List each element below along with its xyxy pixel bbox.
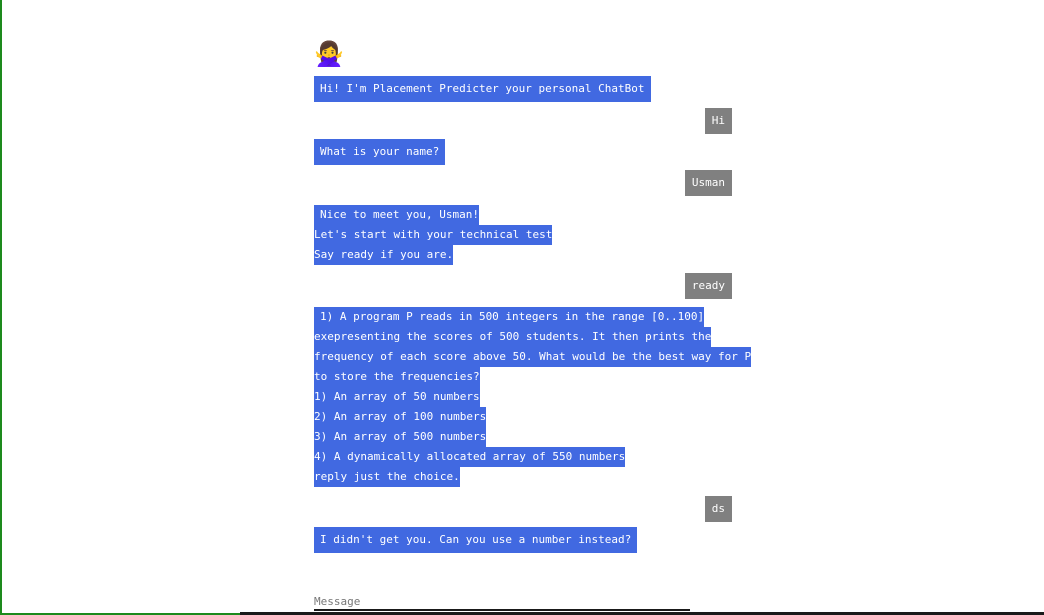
bot-message-line: I didn't get you. Can you use a number i… [314, 527, 638, 553]
user-message: Hi [704, 108, 732, 134]
bot-message-line: reply just the choice. [314, 467, 460, 487]
bot-message-line: Let's start with your technical test [314, 225, 553, 245]
bot-message-line: 1) An array of 50 numbers [314, 387, 480, 407]
bot-message-line: to store the frequencies? [314, 367, 480, 387]
chat-panel: 🙅‍♀️ Hi! I'm Placement Predicter your pe… [314, 0, 752, 615]
bot-message: I didn't get you. Can you use a number i… [314, 527, 638, 553]
user-message: ds [704, 496, 732, 522]
bot-message-line: 3) An array of 500 numbers [314, 427, 487, 447]
bot-message-line: Say ready if you are. [314, 245, 454, 265]
message-input[interactable] [314, 594, 690, 611]
bot-message-line: 1) A program P reads in 500 integers in … [314, 307, 705, 327]
bot-message-line: 4) A dynamically allocated array of 550 … [314, 447, 626, 467]
bot-message-line: 2) An array of 100 numbers [314, 407, 487, 427]
bot-message-line: exepresenting the scores of 500 students… [314, 327, 712, 347]
bot-message: 1) A program P reads in 500 integers in … [314, 307, 752, 487]
bot-message-line: frequency of each score above 50. What w… [314, 347, 752, 367]
bot-message-line: Hi! I'm Placement Predicter your persona… [314, 76, 651, 102]
bot-message-line: Nice to meet you, Usman! [314, 205, 479, 225]
bot-avatar-icon: 🙅‍♀️ [314, 40, 344, 68]
user-message: ready [684, 273, 732, 299]
user-message: Usman [684, 170, 732, 196]
bot-message: Nice to meet you, Usman! Let's start wit… [314, 205, 553, 265]
bot-message: Hi! I'm Placement Predicter your persona… [314, 76, 651, 102]
bot-message-line: What is your name? [314, 139, 446, 165]
composer [314, 590, 690, 611]
bot-message: What is your name? [314, 139, 446, 165]
